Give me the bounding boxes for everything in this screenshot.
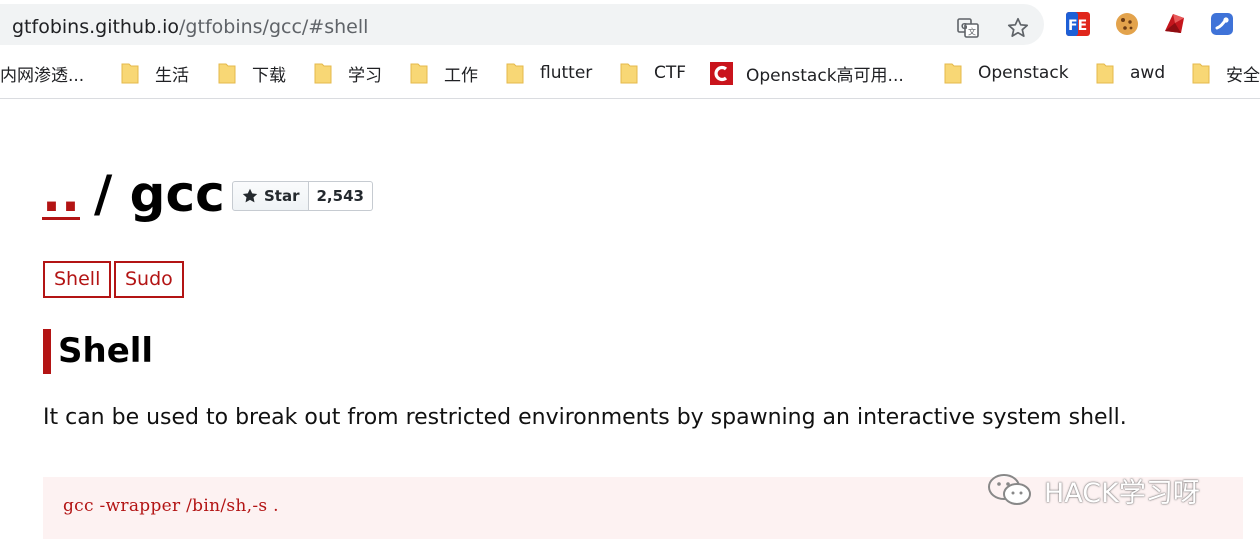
bookmark-label: Openstack xyxy=(978,63,1069,83)
bookmark-label: awd xyxy=(1130,63,1166,83)
bookmark-star-icon[interactable] xyxy=(1006,16,1030,40)
url-text[interactable]: gtfobins.github.io/gtfobins/gcc/#shell xyxy=(12,15,368,39)
folder-icon xyxy=(1192,63,1210,84)
folder-icon xyxy=(314,63,332,84)
section-description: It can be used to break out from restric… xyxy=(43,405,1127,430)
watermark-text: HACK学习呀 xyxy=(1044,477,1200,509)
svg-text:文: 文 xyxy=(968,27,976,37)
bookmark-item[interactable]: Openstack高可用... xyxy=(710,60,904,86)
github-star-button[interactable]: Star xyxy=(232,181,309,211)
fe-extension-icon[interactable]: FE xyxy=(1065,11,1091,37)
wechat-icon xyxy=(988,474,1031,505)
bookmark-label: CTF xyxy=(654,63,687,83)
parent-link[interactable]: .. xyxy=(42,163,80,225)
github-star-widget: Star 2,543 xyxy=(232,181,373,211)
bookmark-folder[interactable]: 下载 xyxy=(218,60,286,86)
folder-icon xyxy=(1096,63,1114,84)
svg-text:FE: FE xyxy=(1068,18,1087,34)
bookmark-folder[interactable]: flutter xyxy=(506,60,592,86)
star-label: Star xyxy=(264,187,300,205)
folder-icon xyxy=(121,63,139,84)
tag-shell[interactable]: Shell xyxy=(43,261,112,298)
url-path: /gtfobins/gcc/#shell xyxy=(179,16,369,38)
bookmark-folder[interactable]: 工作 xyxy=(410,60,478,86)
bookmark-label: 下载 xyxy=(252,65,286,86)
blue-extension-icon[interactable] xyxy=(1209,11,1235,37)
bookmark-label: 安全 xyxy=(1226,65,1260,86)
url-host: gtfobins.github.io xyxy=(12,16,180,38)
bookmarks-bar: 内网渗透... 生活 下载 学习 工作 flutter CTF Openstac… xyxy=(0,50,1260,99)
page-title-text: / gcc xyxy=(94,165,225,223)
csdn-c-icon xyxy=(710,61,733,85)
svg-text:G: G xyxy=(961,22,968,31)
bookmark-label: Openstack高可用... xyxy=(746,65,904,86)
folder-icon xyxy=(944,63,962,84)
folder-icon xyxy=(410,63,428,84)
star-count[interactable]: 2,543 xyxy=(308,181,373,211)
bookmark-folder[interactable]: CTF xyxy=(620,60,686,86)
folder-icon xyxy=(506,63,524,84)
ruby-extension-icon[interactable] xyxy=(1161,11,1187,37)
tag-sudo[interactable]: Sudo xyxy=(114,261,184,298)
bookmark-label: 生活 xyxy=(155,65,189,86)
watermark: HACK学习呀 xyxy=(986,471,1200,509)
bookmark-folder[interactable]: Openstack xyxy=(944,60,1069,86)
folder-icon xyxy=(218,63,236,84)
bookmark-folder[interactable]: 生活 xyxy=(121,60,189,86)
bookmark-label: 内网渗透... xyxy=(0,65,85,86)
bookmark-folder[interactable]: 学习 xyxy=(314,60,382,86)
code-text: gcc -wrapper /bin/sh,-s . xyxy=(63,496,279,516)
address-bar[interactable]: gtfobins.github.io/gtfobins/gcc/#shell G… xyxy=(0,4,1044,45)
bookmark-label: flutter xyxy=(540,63,593,83)
page-title: .. / gcc xyxy=(42,163,225,225)
bookmark-label: 工作 xyxy=(444,65,478,86)
translate-icon[interactable]: G 文 xyxy=(956,16,980,40)
browser-toolbar: gtfobins.github.io/gtfobins/gcc/#shell G… xyxy=(0,0,1260,50)
section-heading: Shell xyxy=(43,329,153,374)
bookmark-label: 学习 xyxy=(348,65,382,86)
folder-icon xyxy=(620,63,638,84)
bookmark-item[interactable]: 内网渗透... xyxy=(0,60,84,86)
cookie-extension-icon[interactable] xyxy=(1114,11,1140,37)
bookmark-folder[interactable]: 安全 xyxy=(1192,60,1260,86)
bookmark-folder[interactable]: awd xyxy=(1096,60,1165,86)
star-icon xyxy=(242,188,258,203)
